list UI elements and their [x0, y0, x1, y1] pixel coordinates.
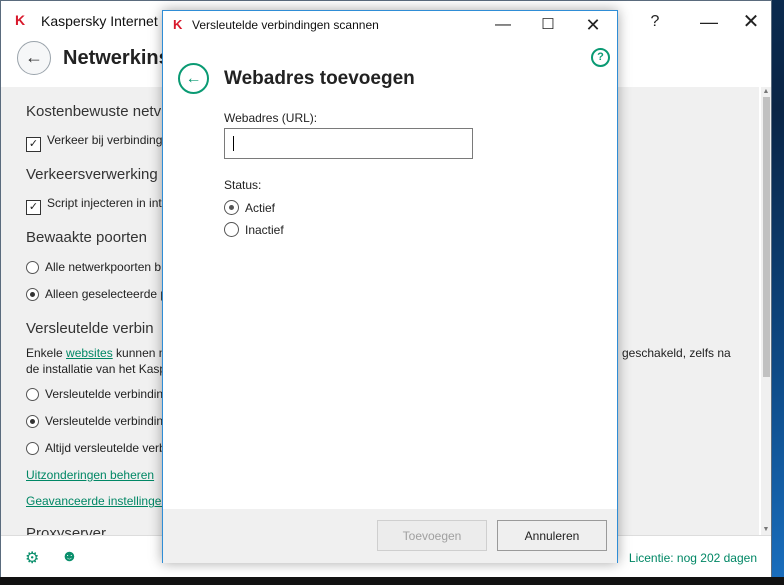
selected-ports-label: Alleen geselecteerde p [45, 287, 168, 301]
status-active-radio-row[interactable]: Actief [224, 200, 275, 215]
kaspersky-logo-icon: K [15, 12, 26, 28]
enc-radio-3-label: Altijd versleutelde verb [45, 441, 166, 455]
enc-radio-2-row[interactable]: Versleutelde verbindin [26, 414, 163, 428]
radio-icon[interactable] [26, 261, 39, 274]
section-title-cost: Kostenbewuste netv [26, 103, 162, 120]
radio-selected-icon[interactable] [26, 415, 39, 428]
back-arrow-icon[interactable]: ← [178, 63, 209, 94]
script-checkbox-row[interactable]: ✓ Script injecteren in int [26, 196, 162, 215]
support-icon[interactable]: ☻ [61, 548, 78, 566]
selected-ports-radio-row[interactable]: Alleen geselecteerde p [26, 287, 167, 301]
status-label: Status: [224, 178, 262, 192]
scroll-thumb[interactable] [763, 97, 770, 377]
dialog-heading: Webadres toevoegen [224, 68, 415, 89]
enc-radio-3-row[interactable]: Altijd versleutelde verb [26, 441, 166, 455]
cancel-button[interactable]: Annuleren [497, 520, 607, 551]
dialog-titlebar: K Versleutelde verbindingen scannen — ☐ … [163, 11, 617, 39]
back-arrow-icon[interactable]: ← [17, 41, 51, 75]
all-ports-radio-row[interactable]: Alle netwerkpoorten b [26, 260, 161, 274]
radio-selected-icon[interactable] [26, 288, 39, 301]
checkbox-checked-icon[interactable]: ✓ [26, 200, 41, 215]
dialog-title: Versleutelde verbindingen scannen [192, 18, 379, 32]
radio-selected-icon[interactable] [224, 200, 239, 215]
enc-radio-2-label: Versleutelde verbindin [45, 414, 164, 428]
add-button[interactable]: Toevoegen [377, 520, 487, 551]
section-title-ports: Bewaakte poorten [26, 229, 147, 246]
enc-radio-1-label: Versleutelde verbindin [45, 387, 164, 401]
all-ports-label: Alle netwerkpoorten b [45, 260, 162, 274]
text-caret [233, 136, 234, 151]
status-inactive-label: Inactief [245, 223, 284, 237]
close-icon[interactable]: ✕ [731, 9, 771, 35]
url-input[interactable] [224, 128, 473, 159]
dialog-footer: Toevoegen Annuleren [163, 509, 617, 563]
license-link[interactable]: Licentie: nog 202 dagen [629, 551, 757, 565]
taskbar [0, 577, 784, 585]
section-title-traffic: Verkeersverwerking [26, 166, 158, 183]
script-checkbox-label: Script injecteren in int [47, 196, 162, 210]
desc-text: Enkele [26, 346, 67, 360]
traffic-checkbox-label: Verkeer bij verbinding [47, 133, 163, 147]
radio-icon[interactable] [26, 388, 39, 401]
url-label: Webadres (URL): [224, 111, 318, 125]
help-button[interactable]: ? [635, 9, 675, 35]
close-icon[interactable]: ✕ [571, 13, 615, 37]
status-active-label: Actief [245, 201, 276, 215]
manage-exceptions-link[interactable]: Uitzonderingen beheren [26, 468, 154, 482]
vertical-scrollbar[interactable]: ▲ ▼ [761, 87, 771, 535]
page-title: Netwerkinst [63, 47, 177, 69]
section-title-encrypted: Versleutelde verbin [26, 320, 154, 337]
scroll-down-icon[interactable]: ▼ [761, 525, 771, 535]
kaspersky-logo-icon: K [173, 17, 183, 32]
scroll-up-icon[interactable]: ▲ [761, 87, 771, 97]
radio-icon[interactable] [26, 442, 39, 455]
minimize-icon[interactable]: — [481, 13, 525, 37]
checkbox-checked-icon[interactable]: ✓ [26, 137, 41, 152]
websites-link[interactable]: websites [66, 346, 113, 360]
radio-icon[interactable] [224, 222, 239, 237]
desc-right-fragment: geschakeld, zelfs na [622, 346, 731, 360]
section-title-proxy: Proxyserver [26, 525, 107, 535]
add-url-dialog: K Versleutelde verbindingen scannen — ☐ … [162, 10, 618, 563]
minimize-icon[interactable]: — [689, 9, 729, 35]
enc-radio-1-row[interactable]: Versleutelde verbindin [26, 387, 163, 401]
main-window-title: Kaspersky Internet [41, 13, 158, 29]
help-icon[interactable]: ? [591, 48, 610, 67]
status-inactive-radio-row[interactable]: Inactief [224, 222, 284, 237]
desc-text: kunnen m [112, 346, 169, 360]
traffic-checkbox-row[interactable]: ✓ Verkeer bij verbinding [26, 133, 162, 152]
settings-gear-icon[interactable]: ⚙ [25, 548, 39, 568]
maximize-icon[interactable]: ☐ [526, 13, 570, 37]
advanced-settings-link[interactable]: Geavanceerde instellingen [26, 494, 168, 508]
